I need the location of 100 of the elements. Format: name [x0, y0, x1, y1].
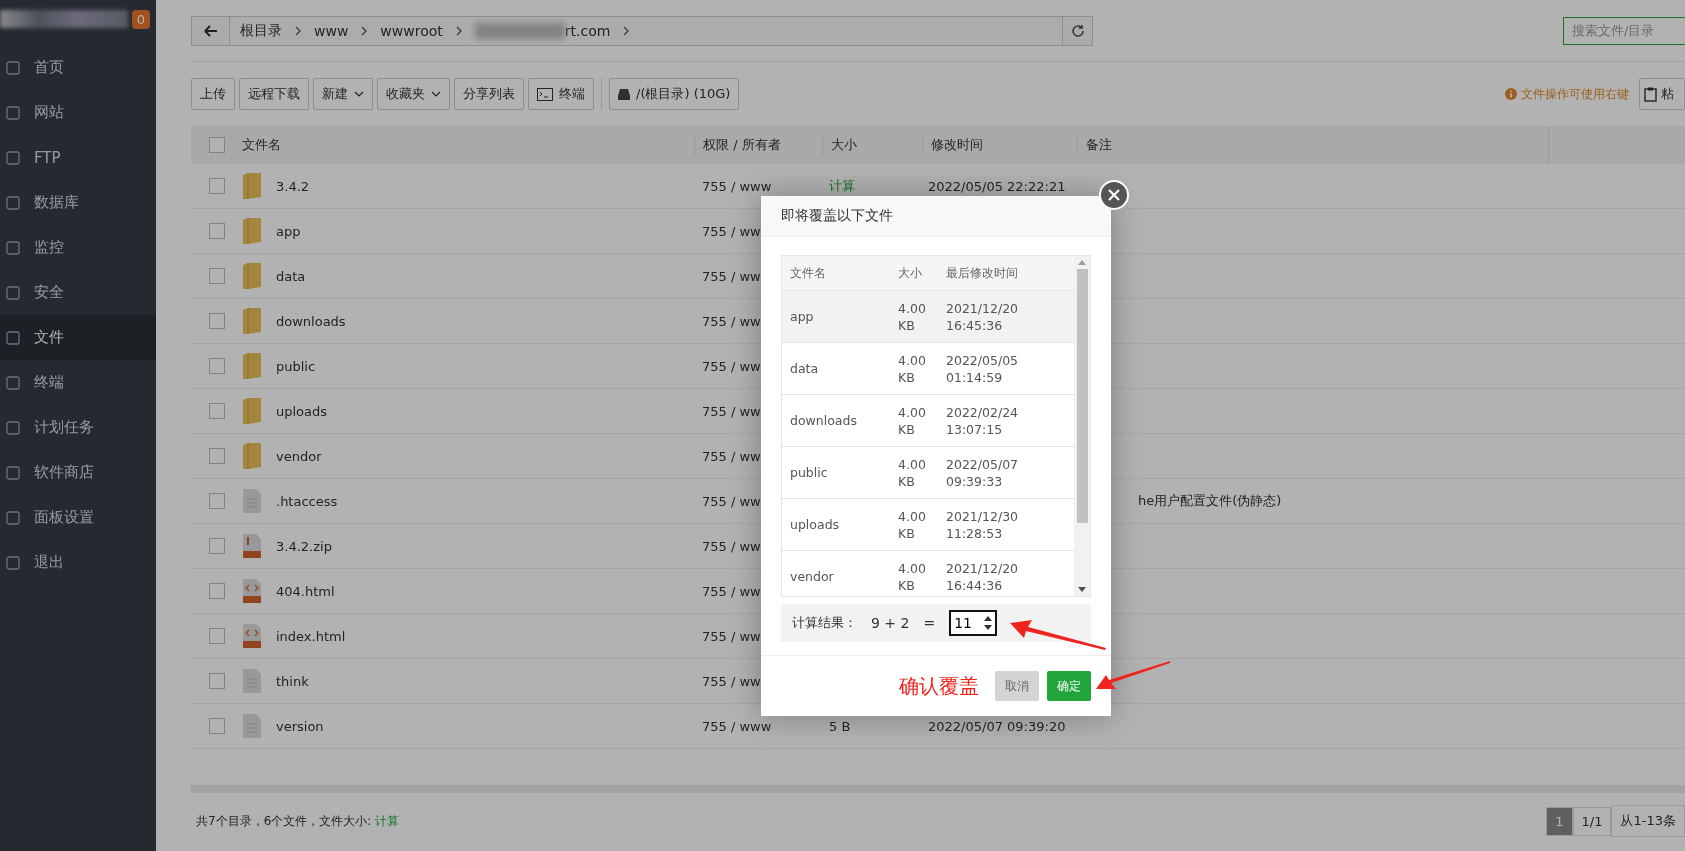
sidebar-item[interactable]: 文件 — [0, 315, 156, 360]
back-arrow-icon — [203, 24, 218, 37]
caret-icon — [431, 91, 441, 97]
row-checkbox[interactable] — [208, 583, 225, 599]
modified-time: 2022/05/07 09:39:20 — [928, 718, 1066, 734]
file-name[interactable]: data — [276, 268, 306, 284]
permission-text[interactable]: 755 / ww — [702, 628, 761, 644]
sidebar-item[interactable]: 面板设置 — [0, 495, 156, 540]
paste-button[interactable]: 粘 — [1639, 78, 1685, 110]
summary-text: 共7个目录，6个文件，文件大小: 计算 — [196, 812, 400, 830]
breadcrumb-link[interactable]: www — [314, 22, 349, 39]
row-checkbox[interactable] — [208, 223, 225, 239]
file-name[interactable]: index.html — [276, 628, 346, 644]
permission-text[interactable]: 755 / ww — [702, 493, 761, 509]
toolbar-button[interactable]: 远程下载 — [239, 78, 309, 110]
vertical-scrollbar[interactable] — [1074, 256, 1090, 596]
row-checkbox[interactable] — [208, 628, 225, 644]
column-header[interactable]: 权限 / 所有者 — [694, 134, 822, 156]
sidebar-item[interactable]: 数据库 — [0, 180, 156, 225]
row-checkbox[interactable] — [208, 718, 225, 734]
folder-icon — [242, 398, 262, 424]
size-text: 4.00 KB — [898, 404, 927, 437]
file-name[interactable]: 3.4.2.zip — [276, 538, 332, 554]
permission-text[interactable]: 755 / www — [702, 178, 772, 194]
square-icon — [6, 60, 20, 75]
file-name[interactable]: 404.html — [276, 583, 335, 599]
permission-text[interactable]: 755 / ww — [702, 673, 761, 689]
permission-text[interactable]: 755 / ww — [702, 223, 761, 239]
sidebar-item[interactable]: 首页 — [0, 45, 156, 90]
close-button[interactable] — [1099, 180, 1129, 210]
row-checkbox[interactable] — [208, 448, 225, 464]
sidebar-item[interactable]: 安全 — [0, 270, 156, 315]
column-header[interactable]: 修改时间 — [922, 134, 1077, 156]
row-checkbox[interactable] — [208, 358, 225, 374]
permission-text[interactable]: 755 / www — [702, 718, 772, 734]
toolbar-button[interactable]: 终端 — [528, 78, 594, 110]
select-all-checkbox[interactable] — [208, 137, 225, 153]
sidebar-item[interactable]: 退出 — [0, 540, 156, 585]
column-header: 文件名 — [789, 264, 827, 282]
dropdown-button[interactable]: 收藏夹 — [377, 78, 450, 110]
sidebar-item[interactable]: FTP — [0, 135, 156, 180]
sidebar-item[interactable]: 终端 — [0, 360, 156, 405]
dropdown-button[interactable]: 新建 — [313, 78, 373, 110]
permission-text[interactable]: 755 / ww — [702, 313, 761, 329]
file-name[interactable]: public — [276, 358, 316, 374]
row-checkbox[interactable] — [208, 493, 225, 509]
sidebar-label: 退出 — [34, 553, 64, 572]
clipboard-icon — [1644, 86, 1657, 102]
sidebar-item[interactable]: 软件商店 — [0, 450, 156, 495]
file-name[interactable]: downloads — [276, 313, 346, 329]
scroll-down-icon — [1078, 587, 1086, 592]
permission-text[interactable]: 755 / ww — [702, 538, 761, 554]
sidebar-item[interactable]: 计划任务 — [0, 405, 156, 450]
disk-button[interactable]: /(根目录) (10G) — [609, 78, 740, 110]
modified-time: 2021/12/30 11:28:53 — [946, 508, 1020, 541]
permission-text[interactable]: 755 / ww — [702, 448, 761, 464]
sidebar-label: FTP — [34, 148, 61, 167]
permission-text[interactable]: 755 / ww — [702, 583, 761, 599]
toolbar-button[interactable]: 上传 — [191, 78, 235, 110]
file-name[interactable]: app — [276, 223, 301, 239]
permission-text[interactable]: 755 / ww — [702, 268, 761, 284]
row-checkbox[interactable] — [208, 673, 225, 689]
search-field[interactable]: 搜索文件/目录 — [1563, 16, 1685, 45]
breadcrumb-link[interactable]: wwwroot — [380, 22, 443, 39]
column-header[interactable]: 文件名 — [242, 134, 694, 156]
square-icon — [6, 240, 20, 255]
row-checkbox[interactable] — [208, 313, 225, 329]
square-icon — [6, 420, 20, 435]
captcha-expression: 9 + 2 — [871, 615, 910, 631]
file-name[interactable]: uploads — [276, 403, 328, 419]
info-icon — [1505, 88, 1517, 100]
column-header[interactable]: 备注 — [1077, 134, 1548, 156]
breadcrumb-link[interactable]: 根目录 — [240, 21, 282, 40]
column-header[interactable]: 大小 — [822, 134, 922, 156]
file-row[interactable]: app 4.00 KB 2021/12/20 16:45:36 — [782, 291, 1074, 343]
row-checkbox[interactable] — [208, 178, 225, 194]
size-text: 5 B — [829, 718, 851, 734]
row-checkbox[interactable] — [208, 403, 225, 419]
file-name[interactable]: 3.4.2 — [276, 178, 310, 194]
permission-text[interactable]: 755 / ww — [702, 403, 761, 419]
answer-field[interactable]: 11 — [949, 610, 998, 636]
row-checkbox[interactable] — [208, 538, 225, 554]
sidebar-item[interactable]: 监控 — [0, 225, 156, 270]
toolbar-button[interactable]: 分享列表 — [454, 78, 524, 110]
file-name[interactable]: version — [276, 718, 324, 734]
file-name[interactable]: think — [276, 673, 309, 689]
breadcrumb-link[interactable]: rt.com — [564, 22, 611, 39]
file-name[interactable]: .htaccess — [276, 493, 338, 509]
document-icon — [242, 669, 262, 693]
folder-icon — [242, 173, 262, 199]
row-checkbox[interactable] — [208, 268, 225, 284]
sidebar-label: 数据库 — [34, 193, 79, 212]
sidebar-label: 终端 — [34, 373, 64, 392]
sidebar-item[interactable]: 网站 — [0, 90, 156, 135]
terminal-icon — [537, 87, 553, 101]
dialog-title: 即将覆盖以下文件 — [781, 207, 893, 225]
file-name[interactable]: vendor — [276, 448, 322, 464]
permission-text[interactable]: 755 / ww — [702, 358, 761, 374]
document-icon — [242, 489, 262, 513]
size-text: 4.00 KB — [898, 300, 927, 333]
